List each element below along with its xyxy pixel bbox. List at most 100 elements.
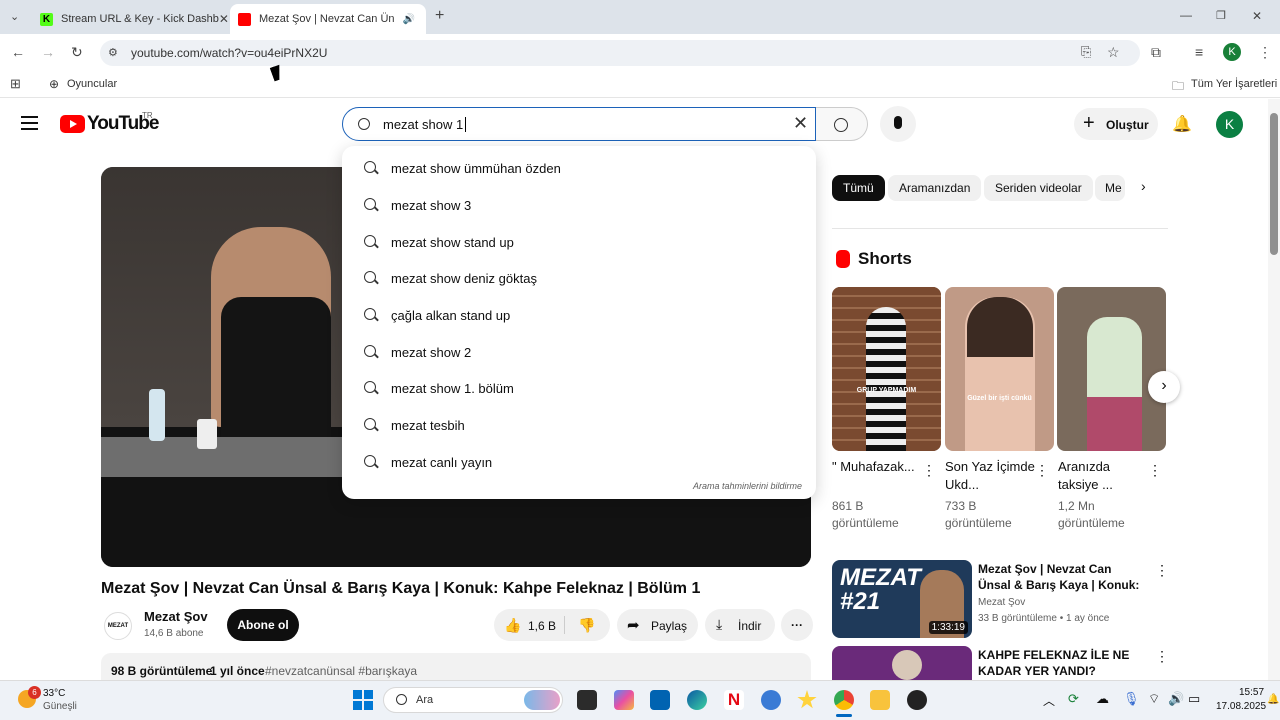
bookmark-oyuncular[interactable]: Oyuncular <box>67 78 117 90</box>
related-video-thumbnail[interactable] <box>832 646 972 680</box>
youtube-logo-icon[interactable] <box>60 115 85 133</box>
taskbar-search-box[interactable]: Ara <box>383 687 563 713</box>
hashtags[interactable]: #nevzatcanünsal #barışkaya <box>265 664 417 678</box>
channel-name[interactable]: Mezat Şov <box>144 609 208 624</box>
channel-avatar[interactable]: MEZAT <box>104 612 132 640</box>
suggestion-item[interactable]: mezat show deniz göktaş <box>342 260 816 296</box>
weather-temperature[interactable]: 33°C <box>43 688 65 699</box>
clear-search-icon[interactable]: ✕ <box>793 113 808 134</box>
chips-next-icon[interactable]: › <box>1141 178 1146 194</box>
download-button[interactable]: ⤓ İndir <box>705 609 775 641</box>
related-video-title[interactable]: Mezat Şov | Nevzat Can Ünsal & Barış Kay… <box>978 561 1146 593</box>
volume-icon[interactable]: 🔊 <box>1168 691 1184 707</box>
tab-search-icon[interactable]: ⌄ <box>10 10 19 24</box>
windows-start-icon[interactable] <box>353 690 373 710</box>
tray-cloud-icon[interactable]: ☁ <box>1096 691 1109 707</box>
tray-overflow-icon[interactable]: ︿ <box>1043 692 1055 709</box>
like-count[interactable]: 1,6 B <box>528 619 556 633</box>
install-app-icon[interactable]: ⎘ <box>1081 45 1091 59</box>
tray-app-icon[interactable]: ⟳ <box>1068 691 1079 707</box>
task-view-icon[interactable] <box>577 690 597 710</box>
extensions-icon[interactable]: ⧉ <box>1151 45 1161 59</box>
search-button[interactable] <box>816 107 868 141</box>
audio-playing-icon[interactable]: 🔊 <box>403 14 415 25</box>
battery-icon[interactable]: ▭ <box>1188 691 1200 707</box>
url-text[interactable]: youtube.com/watch?v=ou4eiPrNX2U <box>131 46 327 60</box>
related-menu-icon[interactable]: ⋮ <box>1155 648 1169 665</box>
description-box[interactable]: 98 B görüntüleme 1 yıl önce #nevzatcanün… <box>101 653 811 680</box>
all-bookmarks-button[interactable]: Tüm Yer İşaretleri <box>1191 78 1277 90</box>
related-video-title[interactable]: KAHPE FELEKNAZ İLE NE KADAR YER YANDI? <box>978 647 1146 679</box>
new-tab-icon[interactable]: + <box>435 8 444 24</box>
search-input[interactable]: mezat show 1 <box>383 117 463 132</box>
short-title[interactable]: " Muhafazak... <box>832 458 922 476</box>
chip-all[interactable]: Tümü <box>832 175 885 201</box>
minimize-icon[interactable]: — <box>1180 8 1192 22</box>
subscribe-button[interactable]: Abone ol <box>227 609 299 641</box>
like-icon[interactable]: 👍 <box>504 617 521 634</box>
report-predictions-link[interactable]: Arama tahminlerini bildirme <box>693 481 802 491</box>
short-menu-icon[interactable]: ⋮ <box>1148 462 1162 479</box>
wifi-icon[interactable]: ⌔ <box>1148 691 1160 707</box>
site-info-icon[interactable]: ⚙ <box>108 46 118 60</box>
address-bar[interactable]: ⚙ youtube.com/watch?v=ou4eiPrNX2U ⎘ ☆ <box>100 40 1140 66</box>
short-title[interactable]: Son Yaz İçimde Ukd... <box>945 458 1035 494</box>
share-button[interactable]: ➦ Paylaş <box>617 609 698 641</box>
suggestion-item[interactable]: mezat show stand up <box>342 224 816 260</box>
suggestion-item[interactable]: çağla alkan stand up <box>342 297 816 333</box>
tab-youtube-video[interactable]: Mezat Şov | Nevzat Can Ün 🔊 ✕ <box>230 4 426 34</box>
maximize-icon[interactable]: ❐ <box>1216 9 1226 23</box>
clock-date[interactable]: 17.08.2025 <box>1216 701 1266 712</box>
scrollbar-thumb[interactable] <box>1270 113 1278 255</box>
page-scrollbar[interactable] <box>1268 99 1280 680</box>
browser-menu-icon[interactable]: ⋮ <box>1258 45 1272 59</box>
voice-search-button[interactable] <box>880 106 916 142</box>
tray-microphone-icon[interactable]: 🎙 <box>1123 691 1140 707</box>
suggestion-item[interactable]: mezat show 2 <box>342 334 816 370</box>
short-thumbnail[interactable]: Güzel bir işti cünkü <box>945 287 1054 451</box>
suggestion-item[interactable]: mezat canlı yayın <box>342 444 816 480</box>
suggestion-item[interactable]: mezat show ümmühan özden <box>342 150 816 186</box>
bookmark-star-icon[interactable]: ☆ <box>1107 45 1120 59</box>
chip-series[interactable]: Seriden videolar <box>984 175 1093 201</box>
store-icon[interactable] <box>650 690 670 710</box>
netflix-icon[interactable]: N <box>724 690 744 710</box>
tab-close-icon[interactable]: ✕ <box>425 12 426 26</box>
chrome-icon[interactable] <box>834 690 854 710</box>
edge-icon[interactable] <box>687 690 707 710</box>
network-globe-icon[interactable] <box>761 690 781 710</box>
dislike-icon[interactable]: 👎 <box>578 617 595 634</box>
short-thumbnail[interactable]: GRUP YAPMADIM <box>832 287 941 451</box>
shorts-next-button[interactable]: › <box>1148 371 1180 403</box>
more-actions-icon[interactable]: ··· <box>781 609 813 641</box>
suggestion-item[interactable]: mezat show 3 <box>342 187 816 223</box>
chip-more[interactable]: Me <box>1095 175 1125 201</box>
profile-avatar[interactable]: K <box>1223 43 1241 61</box>
search-box[interactable]: mezat show 1 ✕ <box>342 107 816 141</box>
hamburger-menu-icon[interactable] <box>21 116 38 130</box>
short-menu-icon[interactable]: ⋮ <box>1035 462 1049 479</box>
tab-kick-dashboard[interactable]: K Stream URL & Key - Kick Dashb ✕ <box>32 4 228 34</box>
chip-from-search[interactable]: Aramanızdan <box>888 175 982 201</box>
tab-close-icon[interactable]: ✕ <box>219 12 228 26</box>
related-channel[interactable]: Mezat Şov <box>978 597 1025 608</box>
suggestion-item[interactable]: mezat tesbih <box>342 407 816 443</box>
clock-time[interactable]: 15:57 <box>1239 687 1264 698</box>
short-thumbnail[interactable] <box>1057 287 1166 451</box>
notifications-bell-icon[interactable]: 🔔 <box>1172 114 1192 134</box>
apps-grid-icon[interactable]: ⊞ <box>10 77 21 91</box>
close-window-icon[interactable]: ✕ <box>1252 9 1262 23</box>
short-menu-icon[interactable]: ⋮ <box>922 462 936 479</box>
forward-icon[interactable]: → <box>41 45 55 59</box>
notifications-icon[interactable]: 🔔 <box>1267 694 1279 705</box>
obs-icon[interactable] <box>907 690 927 710</box>
back-icon[interactable]: ← <box>11 45 25 59</box>
create-button[interactable]: + Oluştur <box>1074 108 1158 140</box>
related-video-thumbnail[interactable]: MEZAT #21 1:33:19 <box>832 560 972 638</box>
copilot-icon[interactable] <box>614 690 634 710</box>
account-avatar[interactable]: K <box>1216 111 1243 138</box>
suggestion-item[interactable]: mezat show 1. bölüm <box>342 370 816 406</box>
file-explorer-icon[interactable] <box>870 690 890 710</box>
reload-icon[interactable]: ↻ <box>71 45 83 59</box>
short-title[interactable]: Aranızda taksiye ... <box>1058 458 1148 494</box>
